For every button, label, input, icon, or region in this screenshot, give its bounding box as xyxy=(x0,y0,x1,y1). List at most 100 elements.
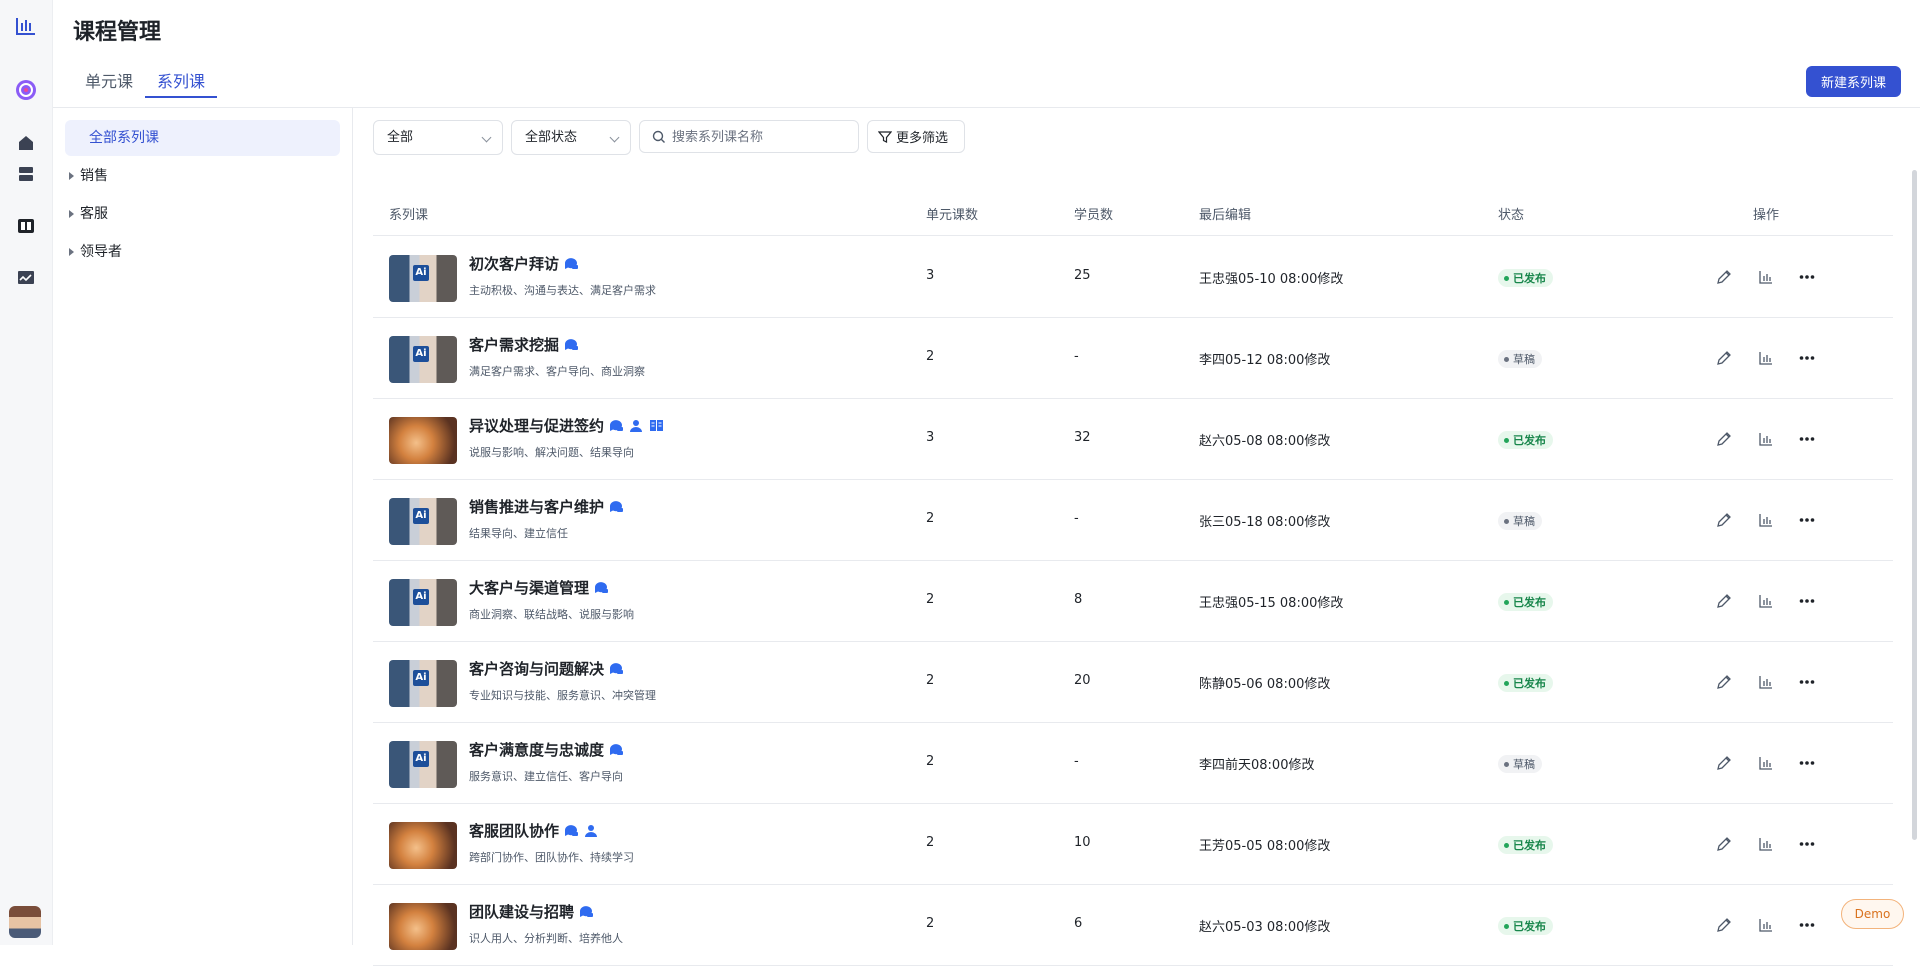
ai-assistant-icon[interactable] xyxy=(14,78,38,102)
stats-icon[interactable] xyxy=(1757,916,1775,934)
stats-icon[interactable] xyxy=(1757,754,1775,772)
user-badge-icon xyxy=(585,825,598,837)
course-title[interactable]: 销售推进与客户维护 xyxy=(469,496,624,517)
category-select-value: 全部 xyxy=(387,130,414,145)
course-title[interactable]: 团队建设与招聘 xyxy=(469,901,594,922)
more-icon[interactable] xyxy=(1798,349,1816,367)
last-edit: 王忠强05-15 08:00修改 xyxy=(1199,596,1344,611)
stats-icon[interactable] xyxy=(1757,268,1775,286)
edit-icon[interactable] xyxy=(1715,754,1733,772)
status-label: 已发布 xyxy=(1513,677,1546,690)
stats-icon[interactable] xyxy=(1757,349,1775,367)
table-row[interactable]: 客服团队协作 跨部门协作、团队协作、持续学习 2 10 王芳05-05 08:0… xyxy=(373,804,1893,885)
database-icon[interactable] xyxy=(14,162,38,186)
edit-icon[interactable] xyxy=(1715,673,1733,691)
search-input[interactable] xyxy=(672,127,852,147)
table-row[interactable]: 客户咨询与问题解决 专业知识与技能、服务意识、冲突管理 2 20 陈静05-06… xyxy=(373,642,1893,723)
edit-icon[interactable] xyxy=(1715,430,1733,448)
app-logo-icon[interactable] xyxy=(14,14,38,38)
units-count: 3 xyxy=(926,430,935,445)
edit-icon[interactable] xyxy=(1715,592,1733,610)
table-row[interactable]: 初次客户拜访 主动积极、沟通与表达、满足客户需求 3 25 王忠强05-10 0… xyxy=(373,237,1893,318)
course-book-icon[interactable] xyxy=(14,214,38,238)
course-title[interactable]: 异议处理与促进签约 xyxy=(469,415,664,436)
scrollbar[interactable] xyxy=(1912,170,1917,840)
status-dot-icon xyxy=(1504,923,1509,929)
more-filter-button[interactable]: 更多筛选 xyxy=(867,120,965,153)
category-item-service[interactable]: 客服 xyxy=(69,202,108,226)
more-icon[interactable] xyxy=(1798,673,1816,691)
course-thumbnail xyxy=(389,822,457,869)
edit-icon[interactable] xyxy=(1715,511,1733,529)
students-count: - xyxy=(1074,511,1079,526)
new-series-button[interactable]: 新建系列课 xyxy=(1806,66,1901,97)
more-icon[interactable] xyxy=(1798,835,1816,853)
units-count: 2 xyxy=(926,916,935,931)
last-edit: 李四前天08:00修改 xyxy=(1199,758,1315,773)
user-avatar[interactable] xyxy=(9,906,41,938)
units-count: 2 xyxy=(926,592,935,607)
status-label: 草稿 xyxy=(1513,515,1535,528)
status-label: 已发布 xyxy=(1513,920,1546,933)
more-icon[interactable] xyxy=(1798,430,1816,448)
category-select[interactable]: 全部 xyxy=(373,120,503,155)
more-icon[interactable] xyxy=(1798,592,1816,610)
analytics-icon[interactable] xyxy=(14,266,38,290)
edit-icon[interactable] xyxy=(1715,835,1733,853)
edit-icon[interactable] xyxy=(1715,268,1733,286)
table-row[interactable]: 异议处理与促进签约 说服与影响、解决问题、结果导向 3 32 赵六05-08 0… xyxy=(373,399,1893,480)
expand-caret-icon[interactable] xyxy=(69,210,74,218)
stats-icon[interactable] xyxy=(1757,511,1775,529)
demo-badge[interactable]: Demo xyxy=(1841,899,1904,929)
course-name: 初次客户拜访 xyxy=(469,255,560,273)
category-item-leader[interactable]: 领导者 xyxy=(69,240,122,264)
stats-icon[interactable] xyxy=(1757,673,1775,691)
students-count: 20 xyxy=(1074,673,1091,688)
expand-caret-icon[interactable] xyxy=(69,172,74,180)
more-icon[interactable] xyxy=(1798,916,1816,934)
status-dot-icon xyxy=(1504,842,1509,848)
table-row[interactable]: 客户满意度与忠诚度 服务意识、建立信任、客户导向 2 - 李四前天08:00修改… xyxy=(373,723,1893,804)
edit-icon[interactable] xyxy=(1715,349,1733,367)
search-box xyxy=(639,120,859,153)
table-row[interactable]: 客户需求挖掘 满足客户需求、客户导向、商业洞察 2 - 李四05-12 08:0… xyxy=(373,318,1893,399)
course-thumbnail xyxy=(389,579,457,626)
category-all[interactable]: 全部系列课 xyxy=(65,120,340,156)
status-dot-icon xyxy=(1504,680,1509,686)
course-title[interactable]: 客户咨询与问题解决 xyxy=(469,658,624,679)
tab-unit-course[interactable]: 单元课 xyxy=(73,70,145,98)
home-icon[interactable] xyxy=(14,131,38,155)
table-row[interactable]: 大客户与渠道管理 商业洞察、联结战略、说服与影响 2 8 王忠强05-15 08… xyxy=(373,561,1893,642)
status-label: 已发布 xyxy=(1513,434,1546,447)
course-title[interactable]: 客户需求挖掘 xyxy=(469,334,579,355)
status-badge: 已发布 xyxy=(1498,836,1553,854)
stats-icon[interactable] xyxy=(1757,835,1775,853)
course-title[interactable]: 客户满意度与忠诚度 xyxy=(469,739,624,760)
status-badge: 已发布 xyxy=(1498,269,1553,287)
expand-caret-icon[interactable] xyxy=(69,248,74,256)
course-thumbnail xyxy=(389,498,457,545)
units-count: 3 xyxy=(926,268,935,283)
chevron-down-icon xyxy=(481,132,492,143)
table-row[interactable]: 团队建设与招聘 识人用人、分析判断、培养他人 2 6 赵六05-03 08:00… xyxy=(373,885,1893,966)
course-title[interactable]: 大客户与渠道管理 xyxy=(469,577,609,598)
chat-badge-icon xyxy=(565,339,579,350)
stats-icon[interactable] xyxy=(1757,430,1775,448)
more-icon[interactable] xyxy=(1798,268,1816,286)
more-icon[interactable] xyxy=(1798,511,1816,529)
status-dot-icon xyxy=(1504,356,1509,362)
course-title[interactable]: 客服团队协作 xyxy=(469,820,599,841)
category-item-sales[interactable]: 销售 xyxy=(69,164,108,188)
status-dot-icon xyxy=(1504,599,1509,605)
tab-series-course[interactable]: 系列课 xyxy=(145,70,218,98)
stats-icon[interactable] xyxy=(1757,592,1775,610)
edit-icon[interactable] xyxy=(1715,916,1733,934)
status-select[interactable]: 全部状态 xyxy=(511,120,631,155)
chat-badge-icon xyxy=(610,501,624,512)
status-dot-icon xyxy=(1504,437,1509,443)
more-icon[interactable] xyxy=(1798,754,1816,772)
table-row[interactable]: 销售推进与客户维护 结果导向、建立信任 2 - 张三05-18 08:00修改 … xyxy=(373,480,1893,561)
book-badge-icon xyxy=(650,420,664,431)
course-name: 客户需求挖掘 xyxy=(469,336,560,354)
course-title[interactable]: 初次客户拜访 xyxy=(469,253,579,274)
